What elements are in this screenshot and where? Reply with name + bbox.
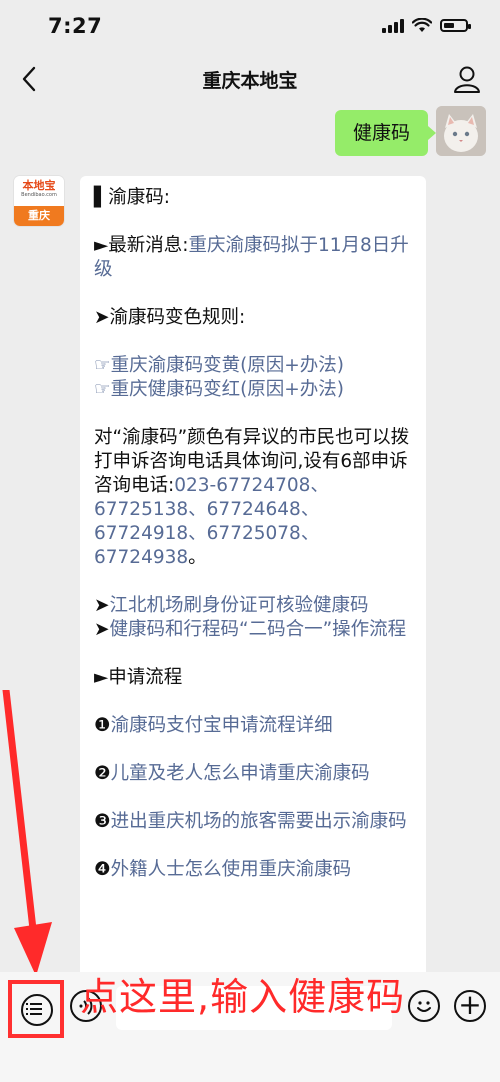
step-number: ❸ xyxy=(94,811,111,832)
emoji-icon[interactable] xyxy=(408,990,440,1022)
merge-link[interactable]: 健康码和行程码“二码合一”操作流程 xyxy=(110,619,407,640)
step-2: ❷儿童及老人怎么申请重庆渝康码 xyxy=(94,762,412,786)
news-paragraph: ►最新消息:重庆渝康码拟于11月8日升级 xyxy=(94,234,412,282)
step-1: ❶渝康码支付宝申请流程详细 xyxy=(94,714,412,738)
step-link[interactable]: 儿童及老人怎么申请重庆渝康码 xyxy=(111,763,370,784)
wifi-icon xyxy=(412,18,432,32)
merge-prefix: ➤ xyxy=(94,619,110,640)
outgoing-message[interactable]: 健康码 xyxy=(334,110,437,156)
complaint-end: 。 xyxy=(188,547,207,568)
chat-nav-bar: 重庆本地宝 xyxy=(0,52,500,108)
logo: 本地宝 Bendibao.com xyxy=(14,176,64,206)
incoming-message: ▌渝康码: ►最新消息:重庆渝康码拟于11月8日升级 ➤渝康码变色规则: ☞重庆… xyxy=(80,176,426,996)
message-header: ▌渝康码: xyxy=(94,187,170,208)
cat-avatar-icon xyxy=(436,106,486,156)
airport-line: ➤江北机场刷身份证可核验健康码 xyxy=(94,594,412,618)
menu-list-icon xyxy=(21,994,53,1026)
step-number: ❹ xyxy=(94,859,111,880)
airport-and-merge-links: ➤江北机场刷身份证可核验健康码 ➤健康码和行程码“二码合一”操作流程 xyxy=(94,594,412,642)
plus-icon[interactable]: + xyxy=(454,990,486,1022)
airport-prefix: ➤ xyxy=(94,595,110,616)
rule-links: ☞重庆渝康码变黄(原因+办法) ☞重庆健康码变红(原因+办法) xyxy=(94,354,412,402)
step-number: ❶ xyxy=(94,715,111,736)
apply-title: ►申请流程 xyxy=(94,667,183,688)
menu-button[interactable] xyxy=(8,980,64,1038)
step-number: ❷ xyxy=(94,763,111,784)
step-link[interactable]: 进出重庆机场的旅客需要出示渝康码 xyxy=(111,811,407,832)
step-link[interactable]: 外籍人士怎么使用重庆渝康码 xyxy=(111,859,352,880)
battery-icon xyxy=(440,19,471,32)
signal-icon xyxy=(382,18,404,33)
step-link[interactable]: 渝康码支付宝申请流程详细 xyxy=(111,715,333,736)
news-prefix: ►最新消息: xyxy=(94,235,189,256)
complaint-paragraph: 对“渝康码”颜色有异议的市民也可以拨打申诉咨询电话具体询问,设有6部申诉咨询电话… xyxy=(94,426,412,570)
step-3: ❸进出重庆机场的旅客需要出示渝康码 xyxy=(94,810,412,834)
rule-link-red[interactable]: ☞重庆健康码变红(原因+办法) xyxy=(94,378,412,402)
avatar-city-label: 重庆 xyxy=(14,206,64,226)
status-icons xyxy=(382,18,471,33)
merge-line: ➤健康码和行程码“二码合一”操作流程 xyxy=(94,618,412,642)
status-bar: 7:27 xyxy=(0,0,500,52)
airport-link[interactable]: 江北机场刷身份证可核验健康码 xyxy=(110,595,369,616)
rules-title: ➤渝康码变色规则: xyxy=(94,307,246,328)
user-icon[interactable] xyxy=(452,64,482,94)
avatar[interactable]: 本地宝 Bendibao.com 重庆 xyxy=(14,176,64,226)
step-4: ❹外籍人士怎么使用重庆渝康码 xyxy=(94,858,412,882)
annotation-text: 点这里,输入健康码 xyxy=(80,975,406,1019)
chat-title: 重庆本地宝 xyxy=(202,70,298,92)
rule-link-yellow[interactable]: ☞重庆渝康码变黄(原因+办法) xyxy=(94,354,412,378)
annotation-arrow-icon xyxy=(2,690,52,976)
avatar[interactable] xyxy=(436,106,486,156)
status-time: 7:27 xyxy=(48,14,103,38)
